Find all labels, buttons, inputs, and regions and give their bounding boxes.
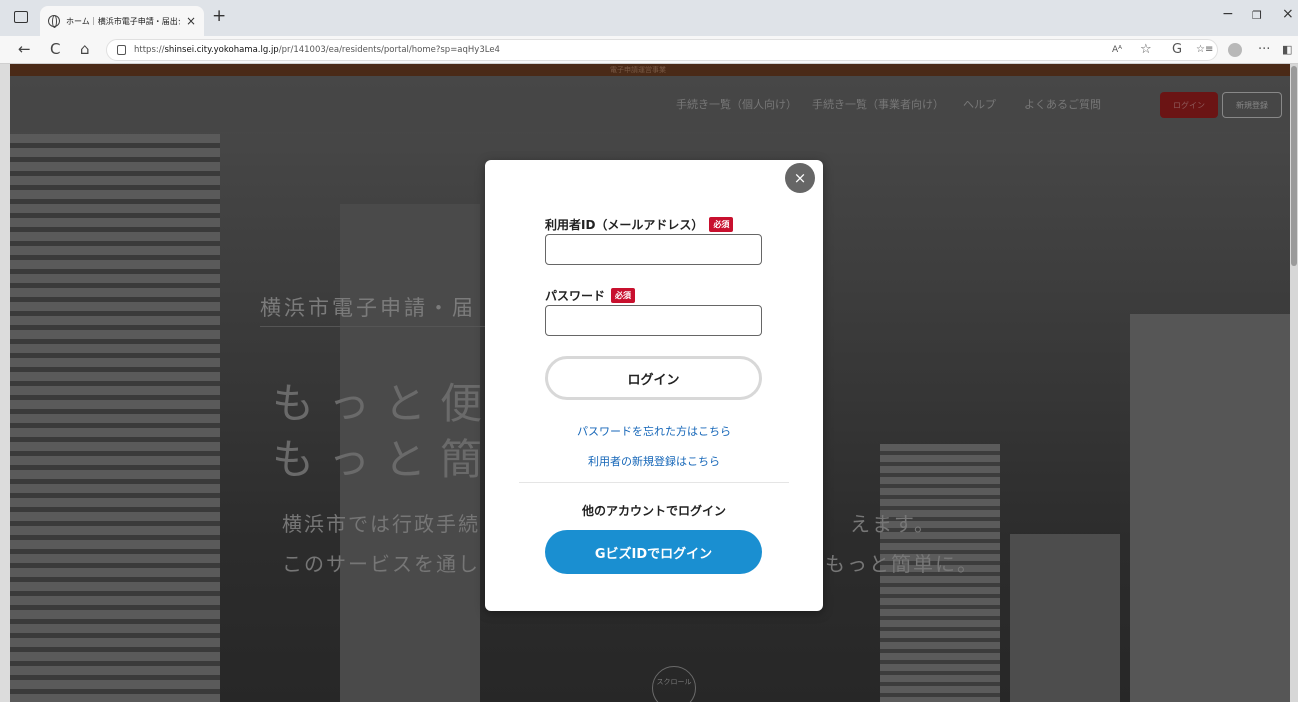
modal-divider xyxy=(519,482,789,483)
new-tab-button[interactable]: + xyxy=(212,6,226,26)
hero-text-line1-right: えます。 xyxy=(850,512,936,536)
tab-actions-icon[interactable] xyxy=(14,11,28,23)
header-register-button[interactable]: 新規登録 xyxy=(1222,92,1282,118)
password-label: パスワード 必須 xyxy=(545,287,636,304)
other-account-title: 他のアカウントでログイン xyxy=(581,504,726,518)
address-bar: ← C ⌂ https://shinsei.city.yokohama.lg.j… xyxy=(0,36,1298,64)
nav-procedures-personal[interactable]: 手続き一覧（個人向け） xyxy=(676,96,797,112)
restore-button[interactable]: ❐ xyxy=(1252,9,1262,22)
scrollbar-thumb[interactable] xyxy=(1291,66,1297,266)
tab-close-icon[interactable]: × xyxy=(186,14,196,28)
more-icon[interactable]: ··· xyxy=(1258,42,1270,57)
profile-avatar[interactable] xyxy=(1228,43,1242,57)
window-close-button[interactable]: × xyxy=(1282,6,1294,22)
login-button[interactable]: ログイン xyxy=(545,356,762,400)
login-modal: × 利用者ID（メールアドレス） 必須 パスワード 必須 ログイン パスワードを… xyxy=(485,160,823,611)
hero-divider xyxy=(260,326,490,327)
top-strip-text: 電子申請運営事業 xyxy=(610,66,666,74)
globe-icon xyxy=(48,15,60,28)
sidebar-icon[interactable]: ◧ xyxy=(1282,43,1292,56)
hero-text-line2: このサービスを通し xyxy=(282,552,480,576)
back-icon[interactable]: ← xyxy=(18,40,31,58)
collections-icon[interactable]: ☆≡ xyxy=(1196,44,1213,55)
register-link[interactable]: 利用者の新規登録はこちら xyxy=(485,453,823,469)
modal-close-button[interactable]: × xyxy=(785,163,815,193)
tab-title: ホーム｜横浜市電子申請・届出シ xyxy=(66,16,180,26)
hero-text-line1: 横浜市では行政手続 xyxy=(282,512,480,536)
browser-tab-bar: ホーム｜横浜市電子申請・届出シ × + − ❐ × xyxy=(0,0,1298,36)
scroll-indicator[interactable]: スクロール xyxy=(652,666,696,702)
header-login-button[interactable]: ログイン xyxy=(1160,92,1218,118)
copilot-icon[interactable]: G xyxy=(1172,42,1182,57)
forgot-password-link[interactable]: パスワードを忘れた方はこちら xyxy=(485,423,823,439)
user-id-label-text: 利用者ID（メールアドレス） xyxy=(545,218,704,232)
url-input[interactable]: https://shinsei.city.yokohama.lg.jp/pr/1… xyxy=(106,39,1218,61)
nav-help[interactable]: ヘルプ xyxy=(963,96,996,112)
hero-text-line2-right: もっと簡単に。 xyxy=(825,552,979,576)
hero-heading-line2: もっと簡 xyxy=(272,435,497,484)
site-header: 手続き一覧（個人向け） 手続き一覧（事業者向け） ヘルプ よくあるご質問 ログイ… xyxy=(10,76,1290,132)
refresh-icon[interactable]: C xyxy=(50,40,60,58)
lock-icon xyxy=(117,45,126,55)
nav-procedures-business[interactable]: 手続き一覧（事業者向け） xyxy=(812,96,944,112)
user-id-label: 利用者ID（メールアドレス） 必須 xyxy=(545,216,734,233)
browser-tab[interactable]: ホーム｜横浜市電子申請・届出シ × xyxy=(40,6,204,36)
page-scrollbar[interactable] xyxy=(1290,64,1298,702)
required-badge: 必須 xyxy=(709,217,734,232)
background-building xyxy=(10,134,220,702)
url-text: https://shinsei.city.yokohama.lg.jp/pr/1… xyxy=(134,45,500,55)
top-strip: 電子申請運営事業 xyxy=(10,64,1290,76)
minimize-button[interactable]: − xyxy=(1222,6,1234,22)
page-viewport: 電子申請運営事業 手続き一覧（個人向け） 手続き一覧（事業者向け） ヘルプ よく… xyxy=(10,64,1290,702)
password-label-text: パスワード xyxy=(545,289,606,303)
background-building xyxy=(1010,534,1120,702)
user-id-input[interactable] xyxy=(545,234,762,265)
favorite-icon[interactable]: ☆ xyxy=(1140,42,1152,57)
gbiz-login-button[interactable]: GビズIDでログイン xyxy=(545,530,762,574)
home-icon[interactable]: ⌂ xyxy=(80,40,90,58)
hero-heading-line1: もっと便 xyxy=(272,379,497,428)
hero-title: 横浜市電子申請・届 xyxy=(260,296,476,320)
background-building xyxy=(1130,314,1290,702)
required-badge: 必須 xyxy=(611,288,636,303)
nav-faq[interactable]: よくあるご質問 xyxy=(1024,96,1101,112)
read-aloud-icon[interactable]: Aᴬ xyxy=(1112,45,1122,55)
password-input[interactable] xyxy=(545,305,762,336)
